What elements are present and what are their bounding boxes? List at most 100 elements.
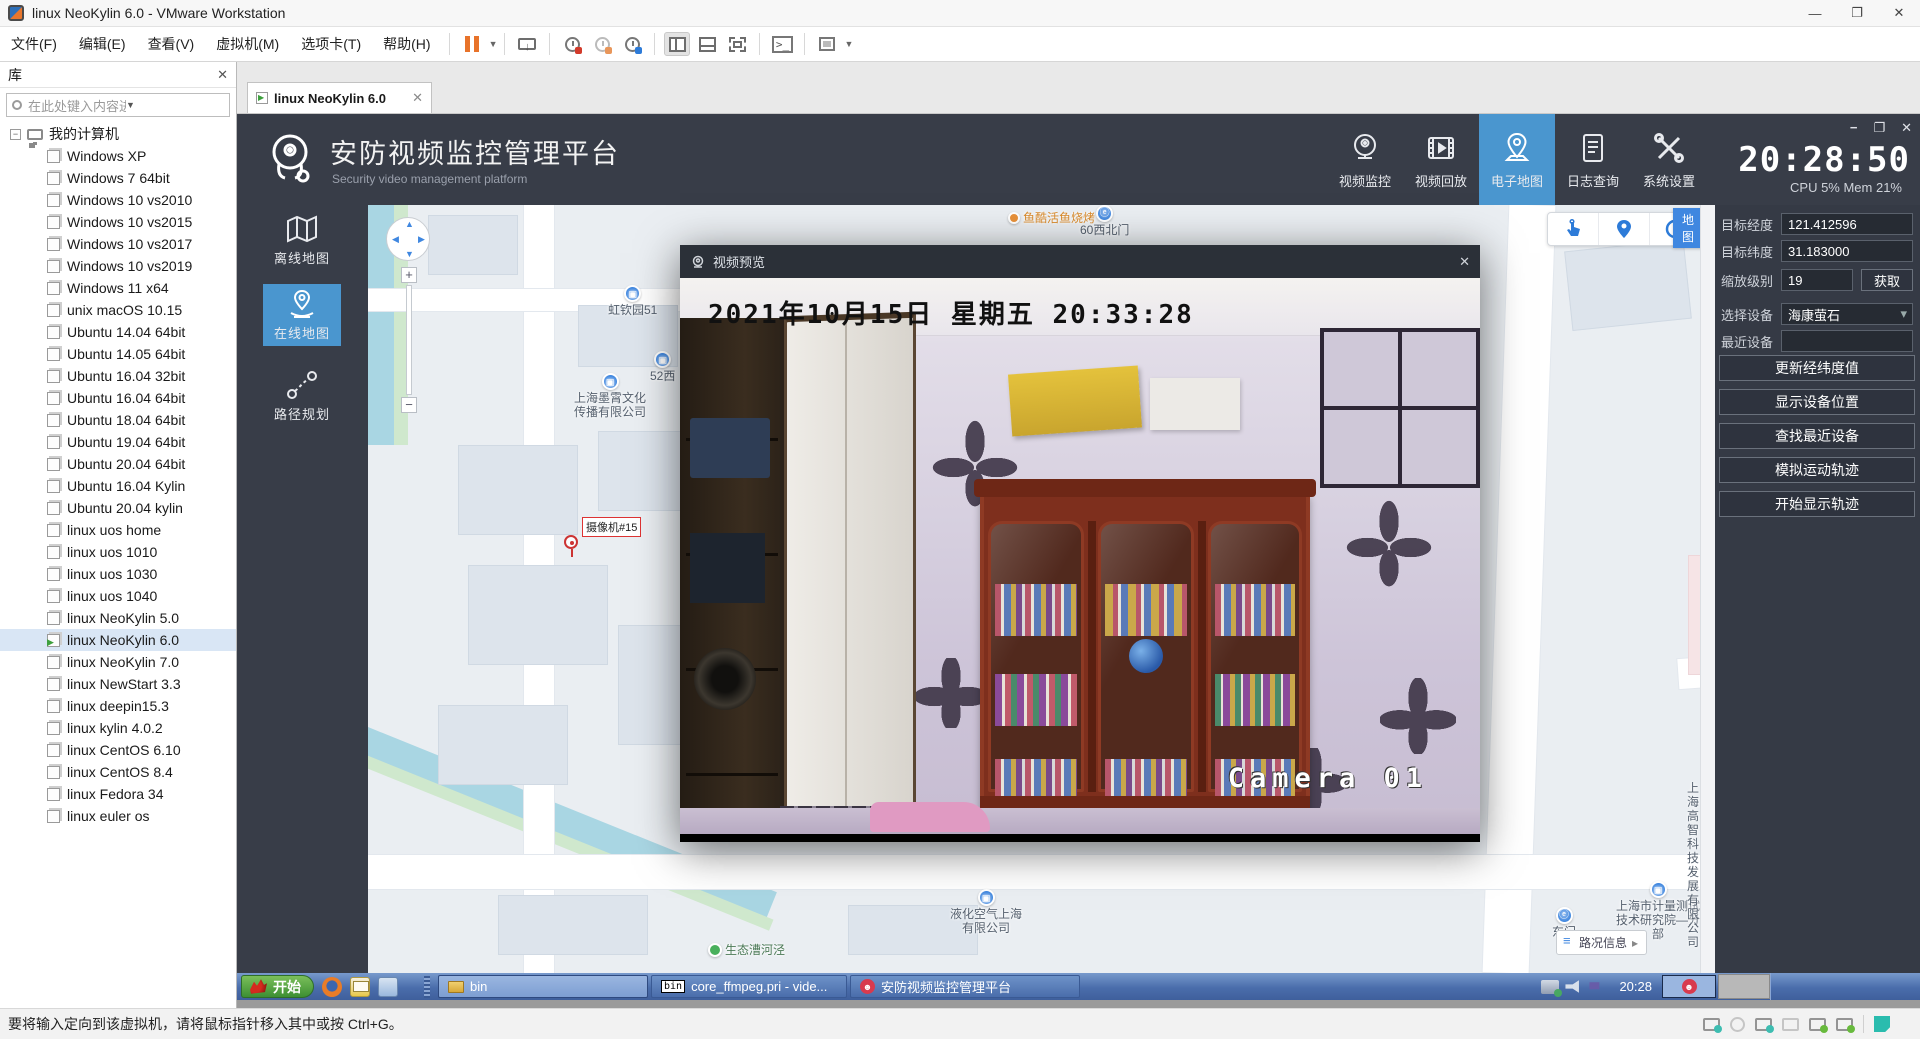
pan-right-arrow[interactable]: ▶ — [418, 234, 425, 245]
vm-list-item[interactable]: Windows XP — [0, 145, 236, 167]
app-launcher-icon[interactable] — [378, 977, 398, 997]
pan-left-arrow[interactable]: ◀ — [392, 234, 399, 245]
vm-list-item[interactable]: linux Fedora 34 — [0, 783, 236, 805]
vm-list-item[interactable]: linux deepin15.3 — [0, 695, 236, 717]
unity-dropdown-arrow[interactable]: ▼ — [844, 39, 853, 49]
nearest-device-input[interactable] — [1781, 330, 1913, 352]
usb-device-icon[interactable] — [1836, 1018, 1853, 1031]
vm-list-item[interactable]: linux NeoKylin 6.0 — [0, 629, 236, 651]
show-library-button[interactable] — [664, 32, 690, 56]
vm-list-item[interactable]: Windows 10 vs2010 — [0, 189, 236, 211]
zoom-track[interactable] — [406, 285, 412, 395]
nav-log-query[interactable]: 日志查询 — [1555, 114, 1631, 205]
tree-expander-icon[interactable]: − — [10, 129, 21, 140]
taskbar-task-button[interactable]: bin core_ffmpeg.pri - vide... — [651, 975, 847, 998]
network-tray-icon[interactable] — [1589, 980, 1607, 994]
search-dropdown-icon[interactable]: ▼ — [126, 100, 224, 110]
vm-list-item[interactable]: linux uos 1030 — [0, 563, 236, 585]
device-select[interactable]: 海康萤石 — [1781, 303, 1913, 325]
map-tool-marker[interactable] — [1599, 213, 1650, 245]
zoom-level-input[interactable]: 19 — [1781, 269, 1853, 291]
get-zoom-button[interactable]: 获取 — [1861, 269, 1913, 291]
map-tool-select[interactable] — [1548, 213, 1599, 245]
show-desktop-button[interactable] — [1718, 974, 1770, 999]
fullscreen-button[interactable] — [724, 32, 750, 56]
vm-list-item[interactable]: linux NeoKylin 7.0 — [0, 651, 236, 673]
vm-list-item[interactable]: Ubuntu 16.04 Kylin — [0, 475, 236, 497]
vm-list-item[interactable]: Windows 11 x64 — [0, 277, 236, 299]
vm-list-item[interactable]: Ubuntu 20.04 64bit — [0, 453, 236, 475]
zoom-out-button[interactable]: − — [401, 397, 417, 413]
manage-snapshots-button[interactable] — [619, 32, 645, 56]
app-minimize-button[interactable]: − — [1850, 120, 1858, 136]
vm-list-item[interactable]: Ubuntu 14.05 64bit — [0, 343, 236, 365]
show-device-position-button[interactable]: 显示设备位置 — [1719, 389, 1915, 415]
app-maximize-button[interactable]: ❐ — [1873, 120, 1885, 136]
menu-item[interactable]: 选项卡(T) — [290, 27, 372, 61]
cdrom-device-icon[interactable] — [1730, 1017, 1745, 1032]
vm-list-item[interactable]: linux euler os — [0, 805, 236, 827]
vm-list-item[interactable]: unix macOS 10.15 — [0, 299, 236, 321]
traffic-info-button[interactable]: 路况信息 — [1556, 930, 1647, 955]
vm-list-item[interactable]: Windows 10 vs2017 — [0, 233, 236, 255]
suspend-vm-button[interactable] — [459, 32, 485, 56]
vm-list-item[interactable]: Ubuntu 18.04 64bit — [0, 409, 236, 431]
vm-list-item[interactable]: linux CentOS 8.4 — [0, 761, 236, 783]
side-nav-offline-map[interactable]: 离线地图 — [263, 209, 341, 271]
vm-list-item[interactable]: linux uos home — [0, 519, 236, 541]
vm-list-item[interactable]: Windows 10 vs2015 — [0, 211, 236, 233]
input-method-tray-icon[interactable] — [1541, 980, 1559, 994]
firefox-launcher-icon[interactable] — [322, 977, 342, 997]
longitude-input[interactable]: 121.412596 — [1781, 213, 1913, 235]
vm-list-item[interactable]: linux NeoKylin 5.0 — [0, 607, 236, 629]
library-search-box[interactable]: 在此处键入内容进行搜... ▼ — [6, 93, 230, 117]
camera-marker-icon[interactable] — [564, 535, 578, 549]
window-maximize-button[interactable]: ❐ — [1836, 0, 1878, 26]
side-nav-online-map[interactable]: 在线地图 — [263, 284, 341, 346]
unity-mode-button[interactable] — [814, 32, 840, 56]
app-close-button[interactable]: ✕ — [1901, 120, 1912, 136]
revert-snapshot-button[interactable] — [589, 32, 615, 56]
latitude-input[interactable]: 31.183000 — [1781, 240, 1913, 262]
simulate-track-button[interactable]: 模拟运动轨迹 — [1719, 457, 1915, 483]
nav-electronic-map[interactable]: 电子地图 — [1479, 114, 1555, 205]
menu-item[interactable]: 查看(V) — [137, 27, 206, 61]
map-zoom-slider[interactable]: + − — [401, 267, 417, 413]
nav-video-monitor[interactable]: 视频监控 — [1327, 114, 1403, 205]
vm-list-item[interactable]: Ubuntu 16.04 64bit — [0, 387, 236, 409]
pan-down-arrow[interactable]: ▼ — [405, 249, 414, 259]
tab-linux-neokylin[interactable]: linux NeoKylin 6.0 ✕ — [247, 82, 432, 113]
menu-item[interactable]: 帮助(H) — [372, 27, 441, 61]
update-latlng-button[interactable]: 更新经纬度值 — [1719, 355, 1915, 381]
harddisk-device-icon[interactable] — [1703, 1018, 1720, 1031]
tab-close-icon[interactable]: ✕ — [412, 90, 423, 106]
map-type-map-button[interactable]: 地图 — [1673, 208, 1700, 248]
nav-video-playback[interactable]: 视频回放 — [1403, 114, 1479, 205]
tray-clock[interactable]: 20:28 — [1619, 979, 1652, 994]
menu-item[interactable]: 编辑(E) — [68, 27, 137, 61]
vm-list-item[interactable]: linux CentOS 6.10 — [0, 739, 236, 761]
nav-system-settings[interactable]: 系统设置 — [1631, 114, 1707, 205]
sound-device-icon[interactable] — [1809, 1018, 1826, 1031]
printer-device-icon[interactable] — [1782, 1018, 1799, 1031]
vm-list-item[interactable]: linux NewStart 3.3 — [0, 673, 236, 695]
map-pan-pad[interactable]: ▲ ▼ ◀ ▶ — [386, 217, 430, 261]
zoom-in-button[interactable]: + — [401, 267, 417, 283]
vm-list-item[interactable]: Ubuntu 14.04 64bit — [0, 321, 236, 343]
vm-list-item[interactable]: Windows 7 64bit — [0, 167, 236, 189]
library-close-icon[interactable]: ✕ — [217, 67, 228, 83]
vm-list-item[interactable]: Ubuntu 16.04 32bit — [0, 365, 236, 387]
vm-list-item[interactable]: linux uos 1040 — [0, 585, 236, 607]
vm-list-item[interactable]: linux uos 1010 — [0, 541, 236, 563]
console-view-button[interactable]: >_ — [769, 32, 795, 56]
window-close-button[interactable]: ✕ — [1878, 0, 1920, 26]
taskbar-task-button[interactable]: bin — [438, 975, 648, 998]
vm-list-item[interactable]: linux kylin 4.0.2 — [0, 717, 236, 739]
show-thumbnail-bar-button[interactable] — [694, 32, 720, 56]
message-log-icon[interactable] — [1874, 1016, 1890, 1032]
start-menu-button[interactable]: 开始 — [241, 975, 314, 998]
take-snapshot-button[interactable] — [559, 32, 585, 56]
taskbar-task-button[interactable]: ☻ 安防视频监控管理平台 — [850, 975, 1080, 998]
camera-marker-label[interactable]: 摄像机#15 — [582, 517, 641, 537]
mail-launcher-icon[interactable] — [350, 977, 370, 997]
